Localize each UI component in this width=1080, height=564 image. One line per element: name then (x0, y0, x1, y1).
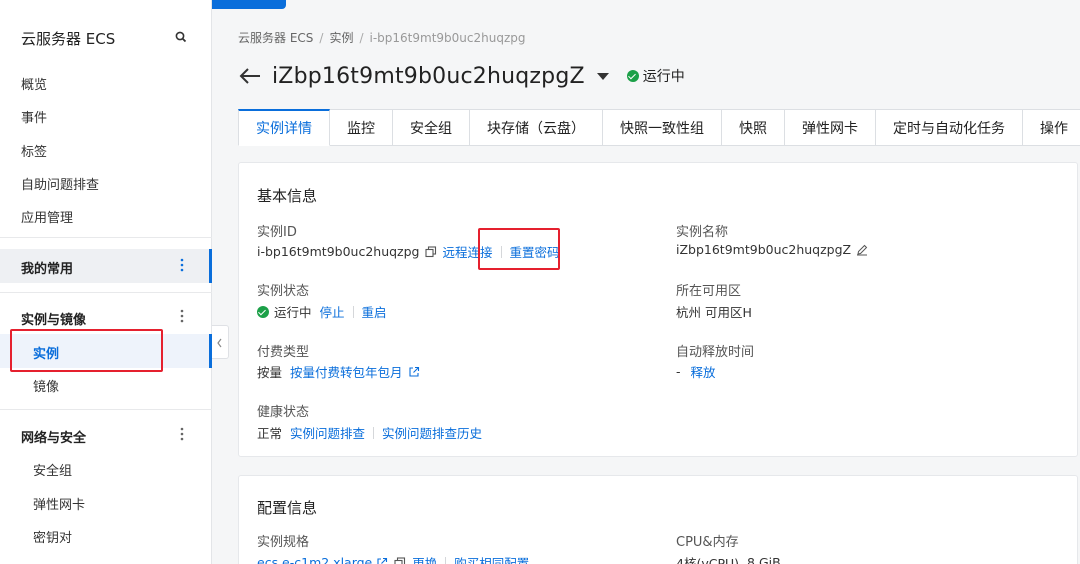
change-spec-link[interactable]: 更换 (412, 553, 437, 564)
spec-link[interactable]: ecs.e-c1m2.xlarge (257, 555, 372, 564)
sidebar-group-network-security[interactable]: 网络与安全 (0, 418, 212, 452)
caret-down-icon[interactable] (596, 72, 609, 80)
highlight-box-reset-password (478, 228, 560, 270)
divider (352, 305, 354, 318)
instance-id: i-bp16t9mt9b0uc2huqzpg (257, 244, 420, 259)
cpu-mem-row: 4核(vCPU) 8 GiB (676, 553, 781, 564)
page-title: iZbp16t9mt9b0uc2huqzpgZ (272, 63, 585, 89)
sidebar-item-keypair[interactable]: 密钥对 (33, 527, 72, 546)
basic-info-card: 基本信息 实例ID i-bp16t9mt9b0uc2huqzpg 远程连接 重置… (238, 162, 1078, 457)
tab-snapshot[interactable]: 快照 (722, 109, 785, 146)
external-link-icon[interactable] (376, 557, 388, 564)
sidebar-divider (0, 292, 212, 293)
field-label: 实例状态 (257, 284, 310, 299)
sidebar-item-app-manage[interactable]: 应用管理 (21, 207, 73, 226)
sidebar-item-events[interactable]: 事件 (21, 107, 47, 126)
copy-icon[interactable] (424, 245, 437, 258)
check-circle-icon (257, 305, 269, 318)
field-label: 健康状态 (257, 405, 310, 420)
active-indicator (209, 249, 212, 283)
breadcrumb-current: i-bp16t9mt9b0uc2huqzpg (369, 31, 526, 45)
tab-instance-details[interactable]: 实例详情 (238, 109, 330, 146)
tab-monitor[interactable]: 监控 (330, 109, 393, 146)
stop-link[interactable]: 停止 (320, 302, 345, 321)
section-title: 基本信息 (257, 187, 318, 205)
tab-eni[interactable]: 弹性网卡 (785, 109, 876, 146)
breadcrumb-ecs[interactable]: 云服务器 ECS (238, 31, 313, 45)
more-icon[interactable] (179, 257, 185, 273)
external-link-icon[interactable] (408, 366, 420, 378)
divider (445, 556, 447, 564)
more-icon[interactable] (179, 308, 185, 324)
highlight-box-instances (10, 329, 163, 372)
status-badge: 运行中 (626, 66, 685, 86)
config-info-card: 配置信息 实例规格 ecs.e-c1m2.xlarge 更换 购买相同配置 CP… (238, 475, 1078, 564)
field-label: 自动释放时间 (676, 345, 755, 360)
sidebar-item-overview[interactable]: 概览 (21, 74, 47, 93)
field-label: 实例名称 (676, 225, 729, 240)
sidebar-item-tags[interactable]: 标签 (21, 141, 47, 160)
field-label: 付费类型 (257, 345, 310, 360)
tab-snapshot-consistency[interactable]: 快照一致性组 (603, 109, 722, 146)
troubleshoot-link[interactable]: 实例问题排查 (290, 423, 365, 442)
more-icon[interactable] (179, 426, 185, 442)
tab-security-group[interactable]: 安全组 (393, 109, 470, 146)
auto-release-value: - (676, 364, 681, 379)
field-label: 实例规格 (257, 535, 310, 550)
sidebar-item-troubleshoot[interactable]: 自助问题排查 (21, 174, 99, 193)
auto-release-row: - 释放 (676, 362, 716, 381)
instance-status-row: 运行中 停止 重启 (257, 302, 387, 321)
breadcrumb: 云服务器 ECS / 实例 / i-bp16t9mt9b0uc2huqzpg (238, 31, 526, 45)
check-circle-icon (626, 70, 639, 82)
sidebar-divider (0, 237, 212, 238)
sidebar-collapse-toggle[interactable] (212, 325, 229, 359)
sidebar-divider (0, 409, 212, 410)
tab-scheduled-tasks[interactable]: 定时与自动化任务 (876, 109, 1023, 146)
tab-operations[interactable]: 操作 (1023, 109, 1080, 146)
cpu-value: 4核(vCPU) (676, 556, 740, 564)
page-header: iZbp16t9mt9b0uc2huqzpgZ 运行中 (238, 62, 685, 90)
restart-link[interactable]: 重启 (362, 302, 387, 321)
sidebar-group-label: 我的常用 (21, 262, 74, 277)
section-title: 配置信息 (257, 499, 318, 517)
copy-icon[interactable] (394, 556, 406, 564)
billing-convert-link[interactable]: 按量付费转包年包月 (290, 362, 403, 381)
chevron-left-icon (217, 338, 222, 348)
spec-row: ecs.e-c1m2.xlarge 更换 购买相同配置 (257, 553, 529, 564)
instance-name-row: iZbp16t9mt9b0uc2huqzpgZ (676, 242, 874, 257)
release-link[interactable]: 释放 (691, 362, 716, 381)
health-status: 正常 (257, 426, 283, 441)
sidebar: 云服务器 ECS 概览 事件 标签 自助问题排查 应用管理 我的常用 实例与镜像… (0, 0, 212, 564)
health-row: 正常 实例问题排查 实例问题排查历史 (257, 423, 482, 442)
sidebar-item-eni[interactable]: 弹性网卡 (33, 494, 85, 513)
sidebar-item-images[interactable]: 镜像 (33, 376, 59, 395)
breadcrumb-instances[interactable]: 实例 (329, 31, 353, 45)
tab-block-storage[interactable]: 块存储（云盘） (470, 109, 603, 146)
memory-value: 8 GiB (747, 555, 781, 564)
sidebar-group-label: 实例与镜像 (21, 313, 87, 328)
instance-name: iZbp16t9mt9b0uc2huqzpgZ (676, 242, 852, 257)
sidebar-title: 云服务器 ECS (21, 30, 116, 48)
status-text: 运行中 (642, 69, 685, 85)
field-label: 所在可用区 (676, 284, 742, 299)
buy-same-config-link[interactable]: 购买相同配置 (454, 553, 529, 564)
sidebar-group-favorites[interactable]: 我的常用 (0, 249, 212, 283)
back-arrow-icon[interactable] (238, 66, 262, 86)
sidebar-group-label: 网络与安全 (21, 431, 87, 446)
field-label: 实例ID (257, 225, 297, 240)
sidebar-item-security-group[interactable]: 安全组 (33, 460, 72, 479)
edit-icon[interactable] (856, 244, 868, 256)
divider (373, 426, 375, 439)
billing-type: 按量 (257, 365, 283, 380)
field-label: CPU&内存 (676, 535, 739, 550)
search-icon[interactable] (174, 30, 188, 44)
billing-row: 按量 按量付费转包年包月 (257, 362, 426, 381)
troubleshoot-history-link[interactable]: 实例问题排查历史 (382, 423, 482, 442)
instance-status: 运行中 (274, 305, 312, 320)
zone-value: 杭州 可用区H (676, 305, 752, 320)
tab-bar: 实例详情 监控 安全组 块存储（云盘） 快照一致性组 快照 弹性网卡 定时与自动… (238, 109, 1080, 146)
